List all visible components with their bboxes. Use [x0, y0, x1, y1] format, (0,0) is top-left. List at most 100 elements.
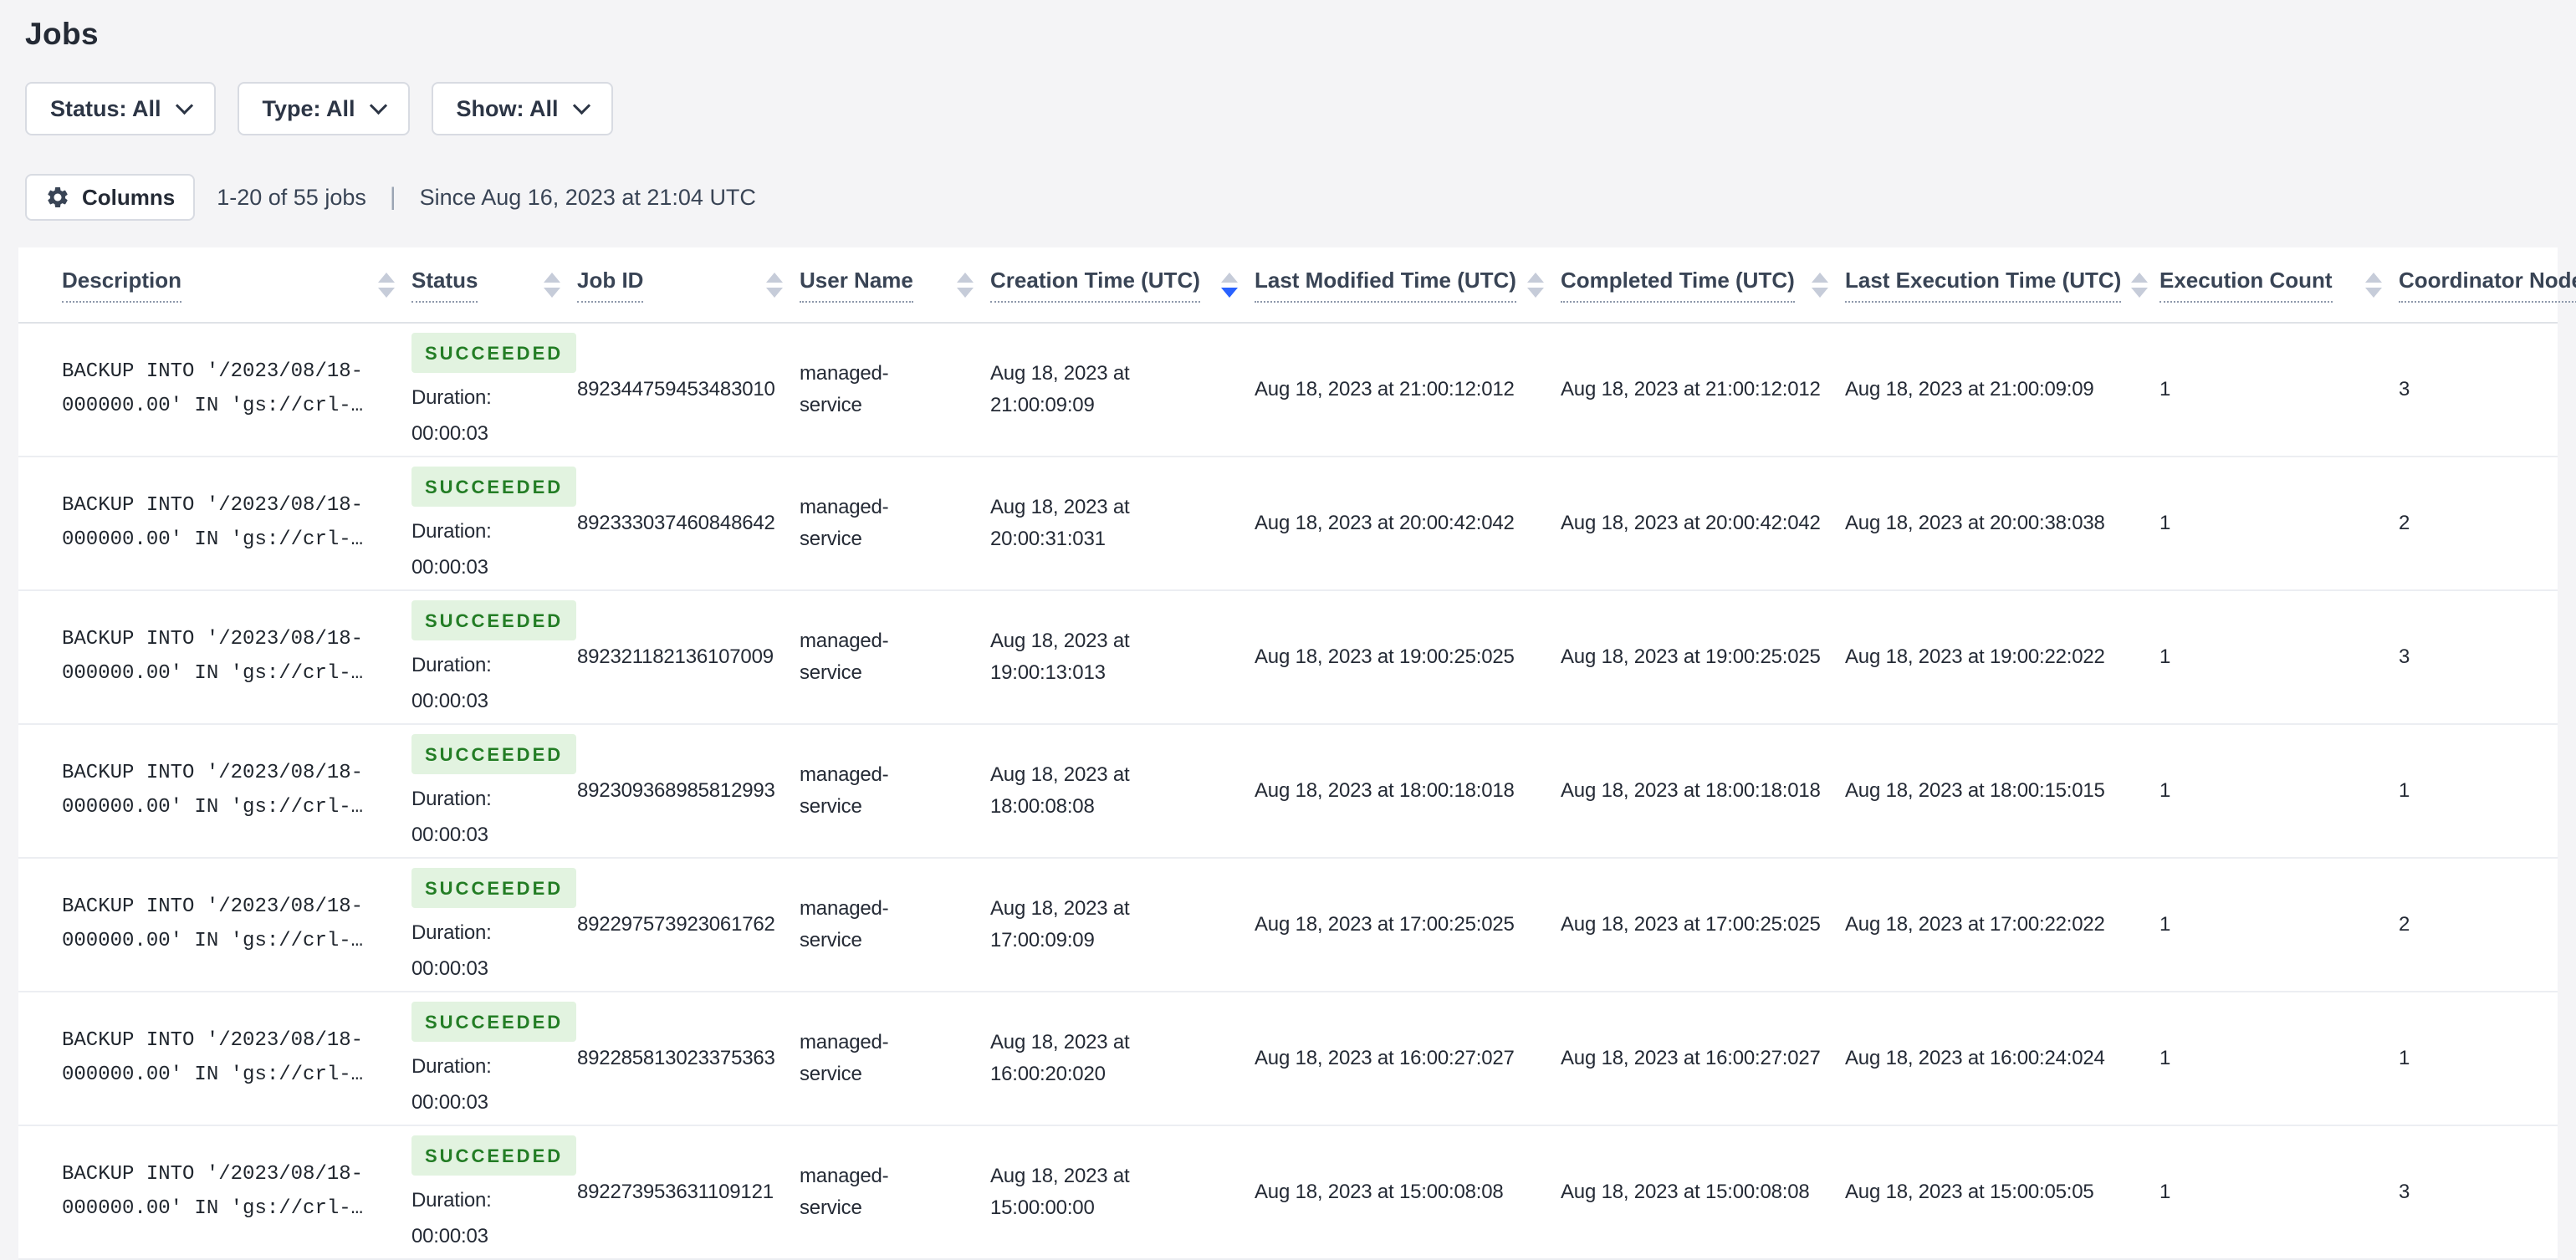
sort-arrows-icon[interactable] [766, 272, 783, 298]
creation-time-cell: Aug 18, 2023 at 18:00:08:08 [990, 724, 1255, 859]
columns-button-label: Columns [82, 184, 176, 210]
column-header-label: Status [411, 268, 478, 303]
completed-time: Aug 18, 2023 at 16:00:27:027 [1561, 1046, 1821, 1069]
duration-label: Duration: [411, 385, 492, 409]
last-modified-time: Aug 18, 2023 at 15:00:08:08 [1255, 1180, 1504, 1203]
job-id-cell: 892297573923061762 [577, 858, 800, 992]
table-row: BACKUP INTO '/2023/08/18-000000.00' IN '… [18, 323, 2558, 457]
job-status-cell: SUCCEEDED Duration: 00:00:03 [411, 858, 577, 992]
status-badge: SUCCEEDED [411, 867, 577, 908]
job-status-cell: SUCCEEDED Duration: 00:00:03 [411, 724, 577, 859]
last-modified-time: Aug 18, 2023 at 21:00:12:012 [1255, 377, 1515, 400]
last-execution-time: Aug 18, 2023 at 17:00:22:022 [1845, 912, 2105, 936]
sort-arrows-icon[interactable] [544, 272, 560, 298]
last-execution-time-cell: Aug 18, 2023 at 19:00:22:022 [1845, 590, 2159, 725]
coordinator-node: 2 [2399, 912, 2410, 936]
execution-count-cell: 1 [2159, 724, 2399, 859]
coordinator-node: 3 [2399, 377, 2410, 400]
completed-time-cell: Aug 18, 2023 at 20:00:42:042 [1561, 457, 1845, 591]
job-description-cell: BACKUP INTO '/2023/08/18-000000.00' IN '… [18, 858, 411, 992]
last-modified-time-cell: Aug 18, 2023 at 15:00:08:08 [1255, 1125, 1561, 1260]
table-header-row: Description Status Job ID User Name Crea… [18, 247, 2576, 324]
column-header[interactable]: Description [18, 247, 411, 324]
last-execution-time: Aug 18, 2023 at 19:00:22:022 [1845, 645, 2105, 668]
duration-value: 00:00:03 [411, 1225, 488, 1248]
user-name-cell: managed-service [800, 1125, 990, 1260]
last-modified-time: Aug 18, 2023 at 19:00:25:025 [1255, 645, 1515, 668]
coordinator-node-cell: 2 [2399, 858, 2558, 992]
column-header[interactable]: Job ID [577, 247, 800, 324]
job-description: BACKUP INTO '/2023/08/18-000000.00' IN '… [62, 1029, 364, 1086]
user-name-cell: managed-service [800, 724, 990, 859]
coordinator-node-cell: 1 [2399, 992, 2558, 1126]
columns-button[interactable]: Columns [25, 174, 196, 221]
creation-time-cell: Aug 18, 2023 at 16:00:20:020 [990, 992, 1255, 1126]
completed-time: Aug 18, 2023 at 15:00:08:08 [1561, 1180, 1810, 1203]
coordinator-node: 3 [2399, 645, 2410, 668]
execution-count-cell: 1 [2159, 992, 2399, 1126]
completed-time: Aug 18, 2023 at 21:00:12:012 [1561, 377, 1821, 400]
table-row: BACKUP INTO '/2023/08/18-000000.00' IN '… [18, 590, 2558, 725]
coordinator-node-cell: 3 [2399, 590, 2558, 725]
job-description: BACKUP INTO '/2023/08/18-000000.00' IN '… [62, 628, 364, 685]
job-description: BACKUP INTO '/2023/08/18-000000.00' IN '… [62, 494, 364, 551]
filter-dropdown-label: Type: All [262, 95, 355, 121]
execution-count: 1 [2159, 1180, 2171, 1203]
last-modified-time: Aug 18, 2023 at 17:00:25:025 [1255, 912, 1515, 936]
page-title: Jobs [25, 17, 99, 51]
column-header[interactable]: Last Execution Time (UTC) [1845, 247, 2159, 324]
status-badge: SUCCEEDED [411, 733, 577, 774]
column-header[interactable]: Completed Time (UTC) [1561, 247, 1845, 324]
filter-dropdown[interactable]: Status: All [25, 82, 216, 135]
column-header[interactable]: User Name [800, 247, 990, 324]
column-header[interactable]: Last Modified Time (UTC) [1255, 247, 1561, 324]
column-header[interactable]: Status [411, 247, 577, 324]
completed-time-cell: Aug 18, 2023 at 17:00:25:025 [1561, 858, 1845, 992]
creation-time: Aug 18, 2023 at 21:00:09:09 [990, 361, 1130, 416]
coordinator-node: 3 [2399, 1180, 2410, 1203]
sort-arrows-icon[interactable] [957, 272, 974, 298]
completed-time-cell: Aug 18, 2023 at 18:00:18:018 [1561, 724, 1845, 859]
duration-value: 00:00:03 [411, 690, 488, 713]
jobs-table-body: BACKUP INTO '/2023/08/18-000000.00' IN '… [18, 323, 2558, 1260]
coordinator-node-cell: 1 [2399, 724, 2558, 859]
column-header[interactable]: Coordinator Node [2399, 247, 2576, 324]
table-row: BACKUP INTO '/2023/08/18-000000.00' IN '… [18, 858, 2558, 992]
toolbar: Columns 1-20 of 55 jobs | Since Aug 16, … [25, 174, 2576, 221]
duration-label: Duration: [411, 787, 492, 810]
job-id: 892285813023375363 [577, 1046, 775, 1069]
user-name-cell: managed-service [800, 590, 990, 725]
last-execution-time: Aug 18, 2023 at 15:00:05:05 [1845, 1180, 2094, 1203]
column-header-label: Execution Count [2159, 268, 2333, 303]
creation-time: Aug 18, 2023 at 17:00:09:09 [990, 896, 1130, 951]
status-badge: SUCCEEDED [411, 599, 577, 640]
user-name-cell: managed-service [800, 992, 990, 1126]
duration-value: 00:00:03 [411, 957, 488, 981]
sort-arrows-icon[interactable] [378, 272, 395, 298]
filter-dropdown[interactable]: Type: All [237, 82, 410, 135]
column-header[interactable]: Creation Time (UTC) [990, 247, 1255, 324]
filter-dropdown[interactable]: Show: All [431, 82, 613, 135]
user-name-cell: managed-service [800, 858, 990, 992]
sort-arrows-icon[interactable] [2131, 272, 2149, 298]
last-modified-time-cell: Aug 18, 2023 at 18:00:18:018 [1255, 724, 1561, 859]
creation-time-cell: Aug 18, 2023 at 17:00:09:09 [990, 858, 1255, 992]
sort-arrows-icon[interactable] [2365, 272, 2382, 298]
gear-icon [45, 185, 70, 210]
column-header-label: Last Modified Time (UTC) [1255, 268, 1516, 303]
job-description: BACKUP INTO '/2023/08/18-000000.00' IN '… [62, 1163, 364, 1220]
user-name: managed-service [800, 896, 889, 951]
job-id: 892344759453483010 [577, 377, 775, 400]
column-header[interactable]: Execution Count [2159, 247, 2399, 324]
sort-arrows-icon[interactable] [1221, 272, 1238, 298]
sort-arrows-icon[interactable] [1812, 272, 1828, 298]
coordinator-node: 1 [2399, 778, 2410, 802]
job-status-cell: SUCCEEDED Duration: 00:00:03 [411, 590, 577, 725]
column-header-label: Job ID [577, 268, 644, 303]
job-description-cell: BACKUP INTO '/2023/08/18-000000.00' IN '… [18, 992, 411, 1126]
sort-arrows-icon[interactable] [1527, 272, 1544, 298]
job-id-cell: 892333037460848642 [577, 457, 800, 591]
user-name: managed-service [800, 361, 889, 416]
creation-time-cell: Aug 18, 2023 at 15:00:00:00 [990, 1125, 1255, 1260]
creation-time: Aug 18, 2023 at 20:00:31:031 [990, 495, 1130, 550]
